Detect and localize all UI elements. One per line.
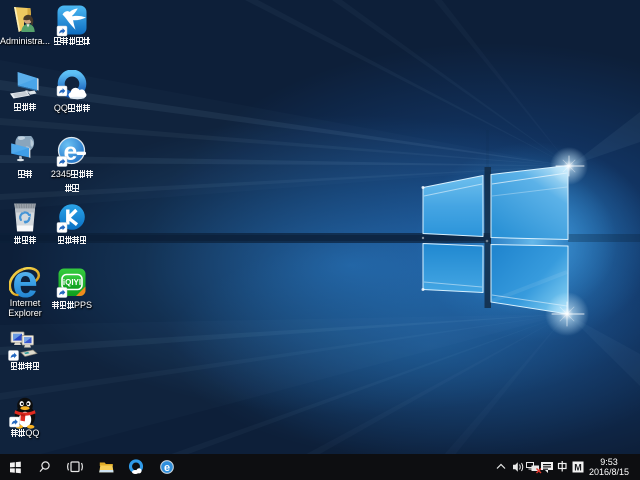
svg-text:M: M [574, 462, 582, 472]
svg-text:e: e [164, 462, 170, 474]
svg-text:iQIYI: iQIYI [63, 278, 81, 287]
